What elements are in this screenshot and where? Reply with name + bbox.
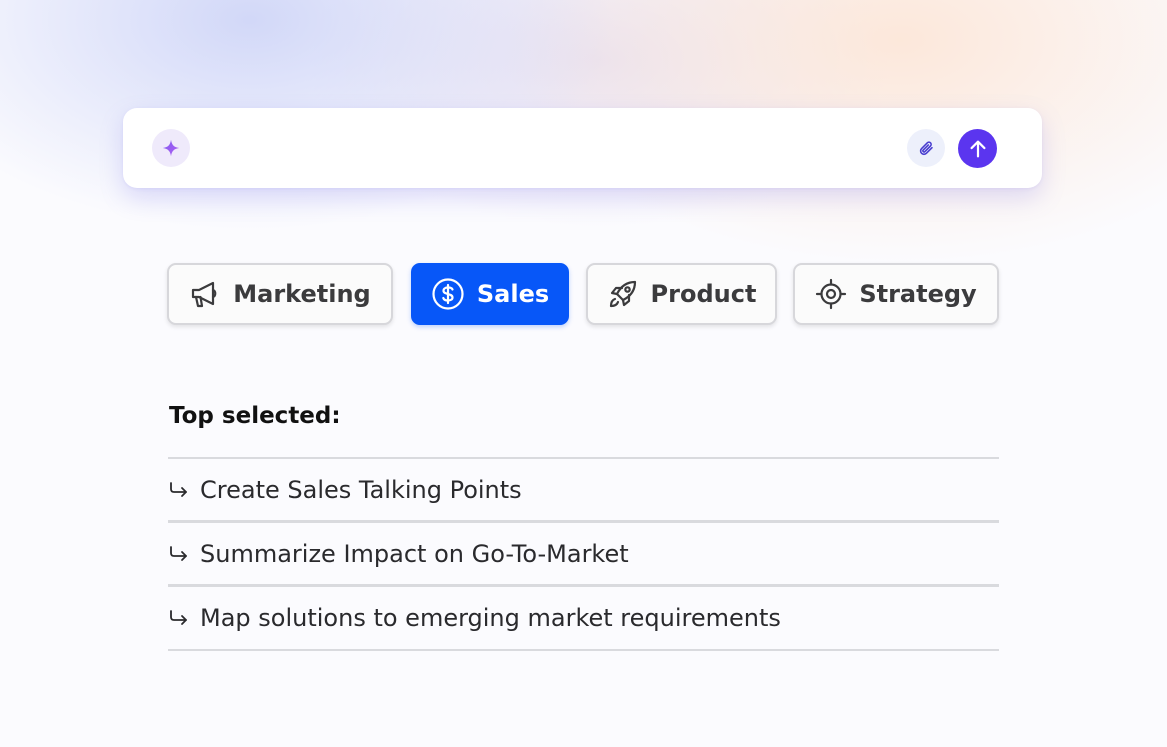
sparkle-icon: [152, 129, 190, 167]
chip-sales-label: Sales: [476, 280, 550, 308]
chip-product[interactable]: Product: [586, 263, 777, 325]
return-arrow-icon: [170, 610, 187, 625]
list-item[interactable]: Summarize Impact on Go-To-Market: [168, 523, 999, 587]
send-button[interactable]: [958, 129, 997, 168]
chip-strategy[interactable]: Strategy: [793, 263, 999, 325]
chip-marketing[interactable]: Marketing: [167, 263, 393, 325]
list-item-label: Create Sales Talking Points: [200, 475, 522, 504]
list-item[interactable]: Map solutions to emerging market require…: [168, 587, 999, 651]
dollar-circle-icon: [432, 278, 464, 310]
return-arrow-icon: [170, 545, 187, 561]
chip-sales[interactable]: Sales: [411, 263, 569, 325]
chip-marketing-label: Marketing: [233, 280, 371, 308]
prompt-input[interactable]: [207, 130, 901, 168]
top-selected-list: Create Sales Talking Points Summarize Im…: [168, 457, 999, 651]
list-item[interactable]: Create Sales Talking Points: [168, 459, 999, 523]
rocket-icon: [609, 280, 636, 308]
attach-button[interactable]: [907, 129, 945, 167]
chip-strategy-label: Strategy: [859, 280, 977, 308]
chip-product-label: Product: [650, 280, 757, 308]
return-arrow-icon: [170, 481, 187, 497]
list-item-label: Map solutions to emerging market require…: [200, 604, 781, 632]
top-selected-heading: Top selected:: [169, 403, 341, 429]
prompt-bar: [123, 108, 1042, 188]
target-icon: [816, 278, 847, 310]
megaphone-icon: [192, 281, 217, 308]
paperclip-icon: [919, 141, 933, 156]
arrow-up-icon: [969, 140, 986, 157]
list-item-label: Summarize Impact on Go-To-Market: [200, 539, 629, 568]
